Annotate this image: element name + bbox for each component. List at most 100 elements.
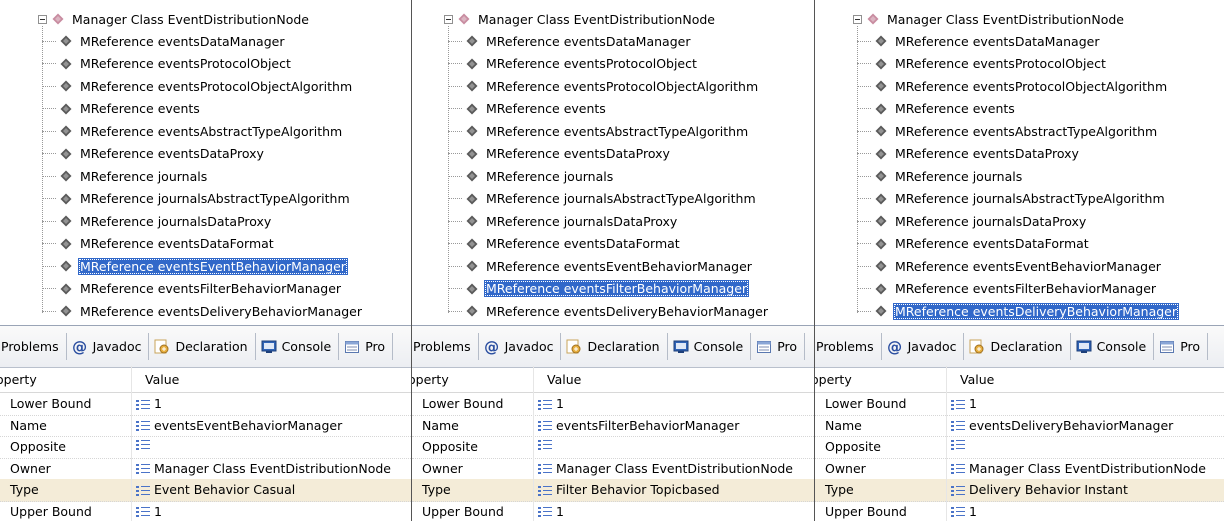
property-value[interactable]: 1 bbox=[538, 396, 564, 411]
property-value[interactable]: Delivery Behavior Instant bbox=[951, 482, 1128, 497]
tree-item[interactable]: MReference eventsProtocolObjectAlgorithm bbox=[448, 75, 760, 98]
property-value[interactable]: eventsDeliveryBehaviorManager bbox=[951, 418, 1173, 433]
tree-item[interactable]: MReference eventsProtocolObject bbox=[42, 53, 293, 76]
collapse-icon[interactable] bbox=[853, 14, 862, 24]
tree-root-node[interactable]: Manager Class EventDistributionNode bbox=[853, 8, 1126, 30]
value-column-header[interactable]: Value bbox=[145, 372, 179, 387]
tab-problems[interactable]: Problems bbox=[412, 333, 479, 360]
property-row[interactable]: Lower Bound 1 bbox=[815, 393, 1224, 416]
property-value[interactable]: Manager Class EventDistributionNode bbox=[951, 461, 1206, 476]
property-row[interactable]: Name eventsDeliveryBehaviorManager bbox=[815, 415, 1224, 437]
tree-root-node[interactable]: Manager Class EventDistributionNode bbox=[444, 8, 717, 30]
tree-item[interactable]: MReference eventsDataFormat bbox=[857, 233, 1091, 256]
property-row[interactable]: Type Event Behavior Casual bbox=[0, 479, 411, 502]
tree-item[interactable]: MReference eventsDataFormat bbox=[42, 233, 276, 256]
value-column-header[interactable]: Value bbox=[960, 372, 994, 387]
property-row[interactable]: Owner Manager Class EventDistributionNode bbox=[412, 458, 814, 480]
tree-item[interactable]: MReference eventsProtocolObjectAlgorithm bbox=[42, 75, 354, 98]
tab-pro[interactable]: Pro bbox=[339, 333, 394, 360]
tree-item[interactable]: MReference eventsProtocolObject bbox=[448, 53, 699, 76]
tab-problems[interactable]: Problems bbox=[0, 333, 67, 360]
property-row[interactable]: Upper Bound 1 bbox=[0, 501, 411, 521]
property-value[interactable]: eventsFilterBehaviorManager bbox=[538, 418, 739, 433]
tab-javadoc[interactable]: @ Javadoc bbox=[882, 333, 965, 360]
tree-view[interactable]: Manager Class EventDistributionNode MRefe… bbox=[412, 0, 814, 324]
tree-item[interactable]: MReference eventsDataProxy bbox=[42, 143, 266, 166]
tab-pro[interactable]: Pro bbox=[751, 333, 806, 360]
tree-item[interactable]: MReference events bbox=[42, 98, 202, 121]
tree-view[interactable]: Manager Class EventDistributionNode MRefe… bbox=[0, 0, 411, 324]
tree-item[interactable]: MReference eventsAbstractTypeAlgorithm bbox=[448, 120, 750, 143]
tree-item[interactable]: MReference eventsFilterBehaviorManager bbox=[857, 278, 1158, 301]
tree-item[interactable]: MReference eventsDataProxy bbox=[448, 143, 672, 166]
tree-item[interactable]: MReference journalsDataProxy bbox=[857, 210, 1088, 233]
tree-item[interactable]: MReference eventsEventBehaviorManager bbox=[448, 255, 754, 278]
tree-item[interactable]: MReference eventsDeliveryBehaviorManager bbox=[42, 300, 364, 323]
tree-item[interactable]: MReference eventsDataManager bbox=[857, 30, 1101, 53]
tree-item[interactable]: MReference eventsAbstractTypeAlgorithm bbox=[42, 120, 344, 143]
property-row[interactable]: Upper Bound 1 bbox=[412, 501, 814, 521]
property-value[interactable]: Manager Class EventDistributionNode bbox=[136, 461, 391, 476]
tree-item[interactable]: MReference eventsFilterBehaviorManager bbox=[448, 278, 750, 301]
property-row[interactable]: Opposite bbox=[412, 436, 814, 459]
value-column-header[interactable]: Value bbox=[547, 372, 581, 387]
tab-javadoc[interactable]: @ Javadoc bbox=[67, 333, 150, 360]
tree-item[interactable]: MReference eventsProtocolObjectAlgorithm bbox=[857, 75, 1169, 98]
tree-item[interactable]: MReference events bbox=[857, 98, 1017, 121]
property-value[interactable]: 1 bbox=[136, 504, 162, 519]
property-column-header[interactable]: operty bbox=[815, 372, 852, 387]
tree-item[interactable]: MReference eventsAbstractTypeAlgorithm bbox=[857, 120, 1159, 143]
property-value[interactable]: 1 bbox=[951, 504, 977, 519]
property-row[interactable]: Lower Bound 1 bbox=[0, 393, 411, 416]
tree-item[interactable]: MReference eventsProtocolObject bbox=[857, 53, 1108, 76]
property-row[interactable]: Type Filter Behavior Topicbased bbox=[412, 479, 814, 502]
tree-item[interactable]: MReference journals bbox=[857, 165, 1024, 188]
property-value[interactable]: 1 bbox=[951, 396, 977, 411]
tab-console[interactable]: Console bbox=[668, 333, 752, 360]
property-row[interactable]: Name eventsEventBehaviorManager bbox=[0, 415, 411, 437]
tree-item[interactable]: MReference eventsEventBehaviorManager bbox=[857, 255, 1163, 278]
property-row[interactable]: Opposite bbox=[0, 436, 411, 459]
property-row[interactable]: Owner Manager Class EventDistributionNode bbox=[0, 458, 411, 480]
property-row[interactable]: Lower Bound 1 bbox=[412, 393, 814, 416]
tab-pro[interactable]: Pro bbox=[1154, 333, 1209, 360]
property-value[interactable]: eventsEventBehaviorManager bbox=[136, 418, 342, 433]
property-value[interactable] bbox=[538, 439, 556, 450]
tree-item[interactable]: MReference eventsDeliveryBehaviorManager bbox=[448, 300, 770, 323]
property-value[interactable]: 1 bbox=[538, 504, 564, 519]
property-column-header[interactable]: operty bbox=[412, 372, 449, 387]
tree-item[interactable]: MReference journals bbox=[448, 165, 615, 188]
tree-root-node[interactable]: Manager Class EventDistributionNode bbox=[38, 8, 311, 30]
property-value[interactable]: Event Behavior Casual bbox=[136, 482, 295, 497]
tab-javadoc[interactable]: @ Javadoc bbox=[479, 333, 562, 360]
property-value[interactable]: 1 bbox=[136, 396, 162, 411]
property-value[interactable]: Manager Class EventDistributionNode bbox=[538, 461, 793, 476]
tree-item[interactable]: MReference eventsDataProxy bbox=[857, 143, 1081, 166]
tab-console[interactable]: Console bbox=[256, 333, 340, 360]
property-row[interactable]: Opposite bbox=[815, 436, 1224, 459]
property-row[interactable]: Owner Manager Class EventDistributionNode bbox=[815, 458, 1224, 480]
tab-declaration[interactable]: Declaration bbox=[149, 333, 256, 360]
tab-declaration[interactable]: Declaration bbox=[561, 333, 668, 360]
tree-item[interactable]: MReference journalsAbstractTypeAlgorithm bbox=[448, 188, 758, 211]
tree-item[interactable]: MReference eventsFilterBehaviorManager bbox=[42, 278, 343, 301]
tree-item[interactable]: MReference eventsDeliveryBehaviorManager bbox=[857, 300, 1180, 323]
tab-problems[interactable]: Problems bbox=[815, 333, 882, 360]
tree-item[interactable]: MReference eventsDataFormat bbox=[448, 233, 682, 256]
tree-item[interactable]: MReference eventsDataManager bbox=[448, 30, 692, 53]
tree-view[interactable]: Manager Class EventDistributionNode MRefe… bbox=[815, 0, 1224, 324]
tree-item[interactable]: MReference journalsDataProxy bbox=[42, 210, 273, 233]
property-value[interactable] bbox=[136, 439, 154, 450]
collapse-icon[interactable] bbox=[38, 14, 47, 24]
tree-item[interactable]: MReference events bbox=[448, 98, 608, 121]
tab-console[interactable]: Console bbox=[1071, 333, 1155, 360]
property-row[interactable]: Upper Bound 1 bbox=[815, 501, 1224, 521]
tree-item[interactable]: MReference eventsDataManager bbox=[42, 30, 286, 53]
tree-item[interactable]: MReference journals bbox=[42, 165, 209, 188]
tab-declaration[interactable]: Declaration bbox=[964, 333, 1071, 360]
collapse-icon[interactable] bbox=[444, 14, 453, 24]
property-value[interactable]: Filter Behavior Topicbased bbox=[538, 482, 720, 497]
property-column-header[interactable]: operty bbox=[0, 372, 37, 387]
property-row[interactable]: Name eventsFilterBehaviorManager bbox=[412, 415, 814, 437]
tree-item[interactable]: MReference eventsEventBehaviorManager bbox=[42, 255, 348, 278]
